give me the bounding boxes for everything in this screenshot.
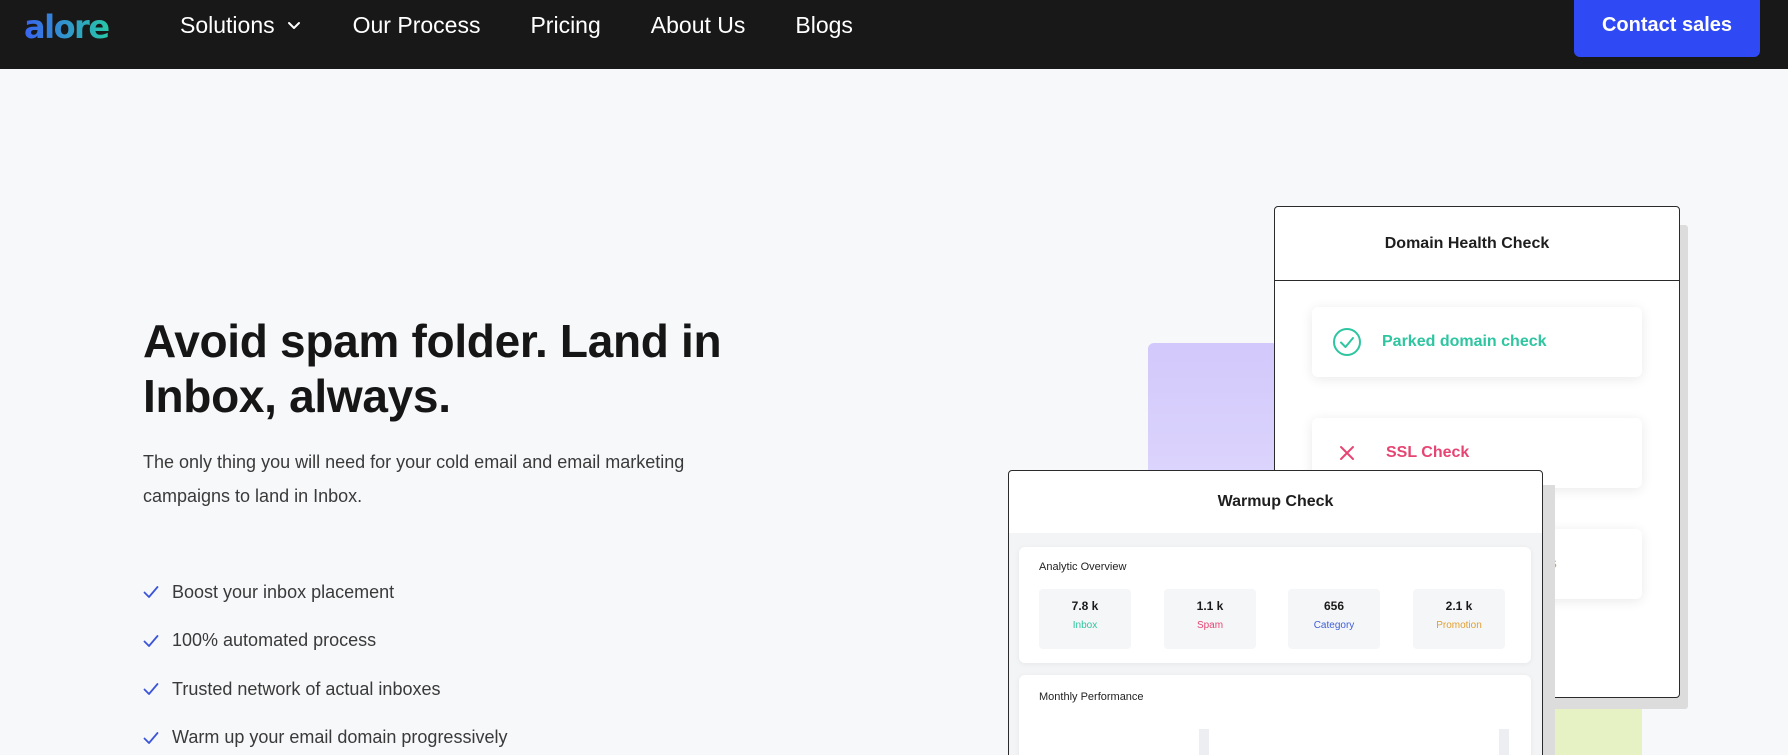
hero-subtitle: The only thing you will need for your co… <box>143 452 685 506</box>
chart-bar-partial <box>1499 729 1509 755</box>
stat-label: Category <box>1313 620 1355 631</box>
stat-label: Inbox <box>1072 620 1098 631</box>
list-item: Trusted network of actual inboxes <box>143 665 507 714</box>
list-item: 100% automated process <box>143 617 507 666</box>
analytic-overview-panel: Analytic Overview 7.8 k Inbox 1.1 k Spam… <box>1019 547 1531 663</box>
nav-link-our-process[interactable]: Our Process <box>353 12 481 39</box>
analytic-overview-title: Analytic Overview <box>1039 561 1127 573</box>
nav-links: Solutions Our Process Pricing About Us B… <box>180 0 853 50</box>
stat-promotion: 2.1 k Promotion <box>1413 589 1505 649</box>
feature-label: Trusted network of actual inboxes <box>172 678 441 699</box>
stat-label: Promotion <box>1436 620 1482 631</box>
list-item: Boost your inbox placement <box>143 568 507 617</box>
list-item: Warm up your email domain progressively <box>143 714 507 755</box>
check-icon <box>143 731 159 744</box>
feature-label: Warm up your email domain progressively <box>172 727 508 748</box>
nav-link-blogs[interactable]: Blogs <box>795 12 853 39</box>
close-icon <box>1332 438 1362 468</box>
warmup-check-card: Warmup Check Analytic Overview 7.8 k Inb… <box>1008 470 1543 755</box>
stat-value: 656 <box>1323 599 1345 613</box>
stat-value: 1.1 k <box>1196 599 1224 613</box>
nav-link-pricing[interactable]: Pricing <box>530 12 600 39</box>
check-label: SSL Check <box>1386 444 1470 461</box>
check-label: Parked domain check <box>1382 333 1547 350</box>
domain-health-title: Domain Health Check <box>1275 207 1679 281</box>
logo[interactable]: alore <box>24 8 110 46</box>
hero-title: Avoid spam folder. Land in Inbox, always… <box>143 315 722 422</box>
stat-label: Spam <box>1196 620 1224 631</box>
monthly-performance-title: Monthly Performance <box>1039 691 1144 703</box>
check-icon <box>143 634 159 647</box>
chart-bar-partial <box>1199 729 1209 755</box>
check-circle-icon <box>1332 327 1362 357</box>
stat-value: 2.1 k <box>1445 599 1473 613</box>
check-icon <box>143 683 159 696</box>
stat-inbox: 7.8 k Inbox <box>1039 589 1131 649</box>
check-item-parked-domain: Parked domain check <box>1312 307 1642 377</box>
warmup-check-title: Warmup Check <box>1217 493 1334 510</box>
warmup-check-body: Analytic Overview 7.8 k Inbox 1.1 k Spam… <box>1009 533 1542 755</box>
feature-label: 100% automated process <box>172 630 377 651</box>
feature-list: Boost your inbox placement 100% automate… <box>143 568 507 755</box>
stat-value: 7.8 k <box>1071 599 1099 613</box>
chevron-down-icon <box>287 22 300 29</box>
monthly-performance-panel: Monthly Performance <box>1019 675 1531 755</box>
nav-link-solutions[interactable]: Solutions <box>180 12 303 39</box>
check-icon <box>143 586 159 599</box>
feature-label: Boost your inbox placement <box>172 581 395 602</box>
stat-spam: 1.1 k Spam <box>1164 589 1256 649</box>
top-nav: alore Solutions Our Process Pricing Abou… <box>0 0 1788 69</box>
nav-link-about-us[interactable]: About Us <box>651 12 746 39</box>
stat-category: 656 Category <box>1288 589 1380 649</box>
contact-sales-button[interactable]: Contact sales <box>1574 0 1760 57</box>
nav-link-label: Solutions <box>180 11 275 38</box>
